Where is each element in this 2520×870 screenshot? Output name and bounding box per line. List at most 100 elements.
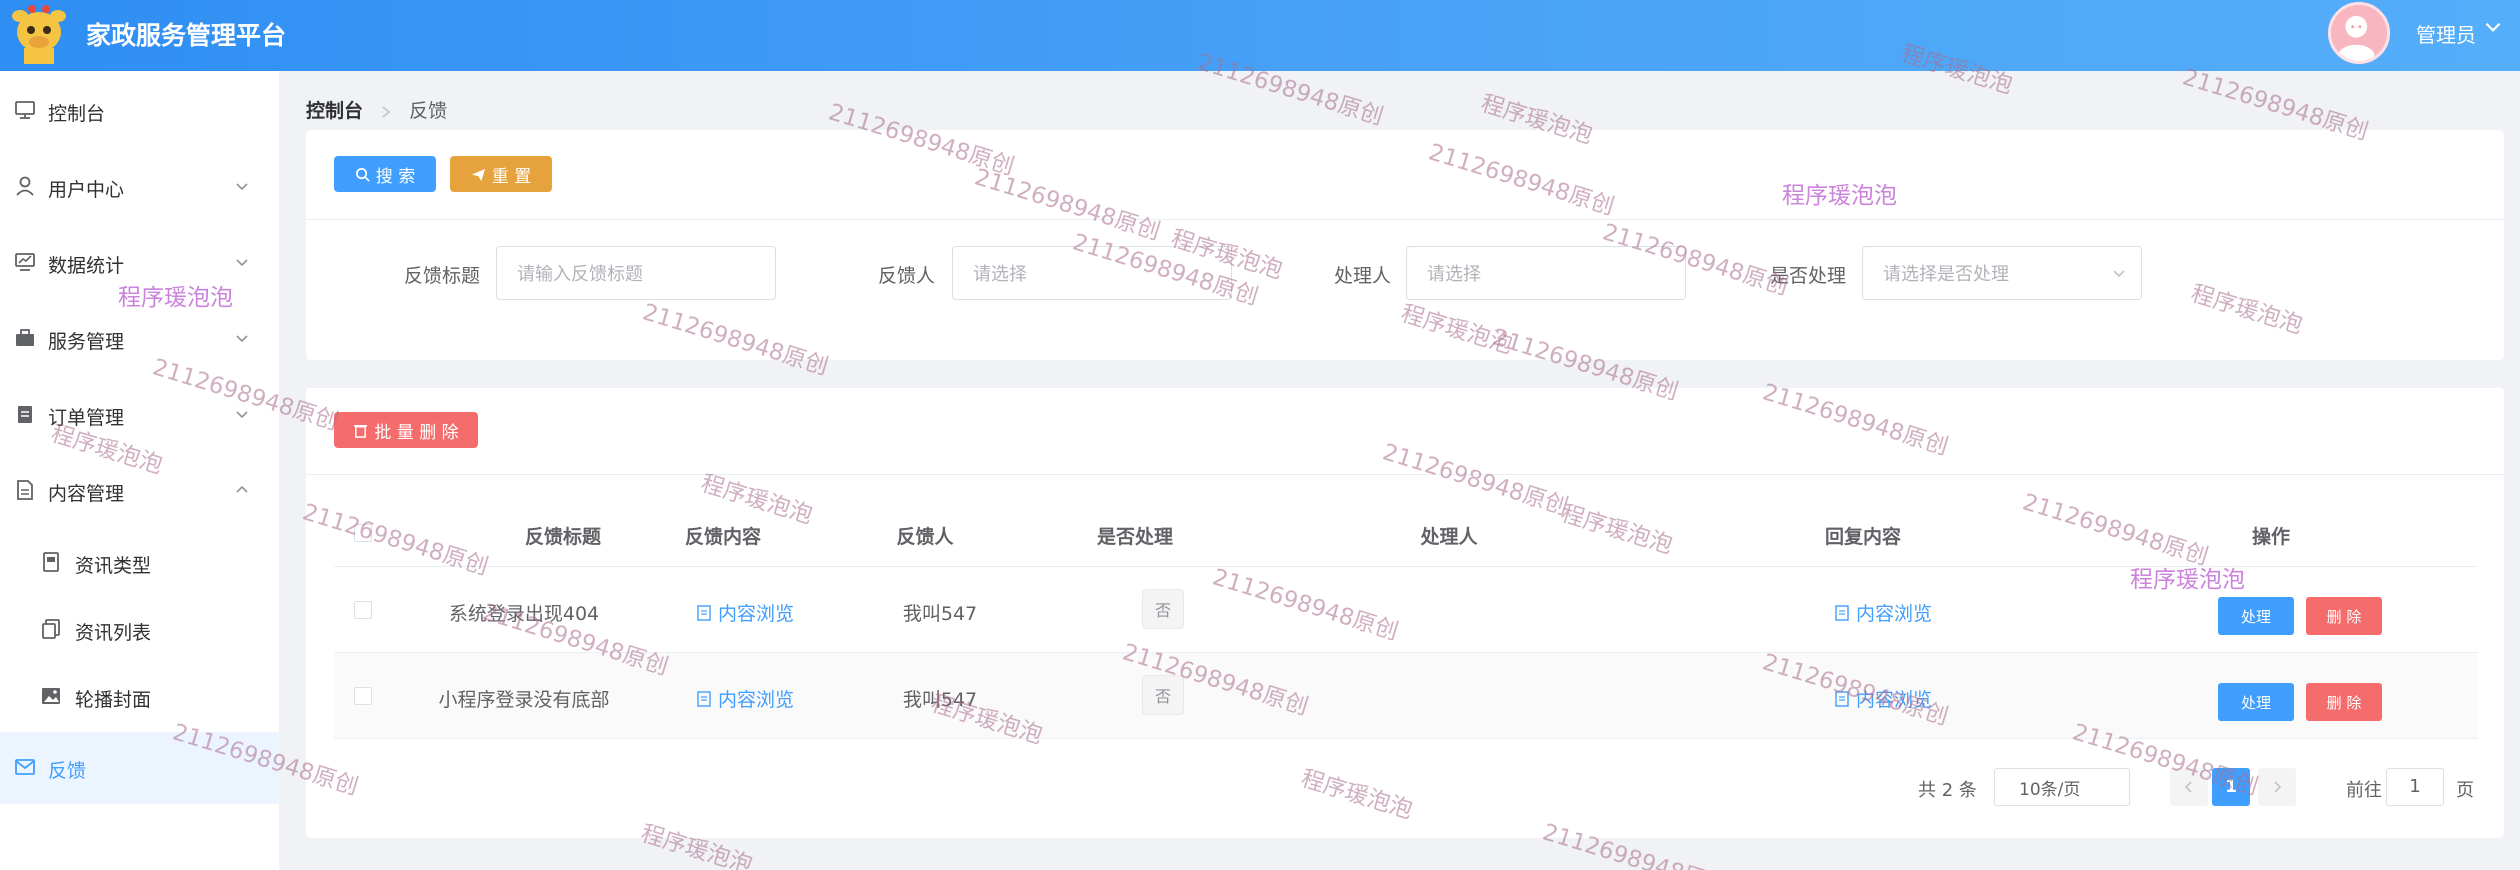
sidebar-item-news-list[interactable]: 资讯列表 xyxy=(0,594,279,666)
breadcrumb: 控制台 反馈 xyxy=(306,96,447,123)
row-checkbox[interactable] xyxy=(354,601,372,619)
search-button-label: 搜 索 xyxy=(375,166,416,187)
row-checkbox[interactable] xyxy=(354,687,372,705)
chevron-left-icon xyxy=(2184,781,2192,793)
page-size-value: 10条/页 xyxy=(2019,779,2081,800)
chevron-down-icon xyxy=(236,411,248,419)
cell-title: 系统登录出现404 xyxy=(448,603,600,625)
message-icon xyxy=(15,759,35,775)
status-badge: 否 xyxy=(1142,675,1184,715)
reply-view-label: 内容浏览 xyxy=(1856,603,1933,625)
document-icon xyxy=(697,604,711,621)
handled-status-placeholder: 请选择是否处理 xyxy=(1883,264,2009,285)
prev-page-button[interactable] xyxy=(2170,768,2208,806)
status-badge: 否 xyxy=(1142,589,1184,629)
send-icon xyxy=(471,168,485,181)
content-view-label: 内容浏览 xyxy=(718,689,795,711)
sidebar-item-label: 资讯列表 xyxy=(75,622,152,644)
breadcrumb-home[interactable]: 控制台 xyxy=(306,100,363,122)
briefcase-icon xyxy=(16,329,34,346)
feedback-title-placeholder: 请输入反馈标题 xyxy=(517,264,643,285)
divider xyxy=(306,474,2504,475)
handled-status-label: 是否处理 xyxy=(1770,265,1847,287)
document-icon xyxy=(697,690,711,707)
picture-icon xyxy=(42,688,60,704)
giraffe-logo-icon xyxy=(12,5,66,64)
handler-placeholder: 请选择 xyxy=(1427,264,1481,285)
search-button[interactable]: 搜 索 xyxy=(334,156,436,192)
chevron-down-icon xyxy=(236,259,248,267)
page-number-button[interactable]: 1 xyxy=(2212,768,2250,806)
table-row: 系统登录出现404 内容浏览 我叫547 否 内容浏览 处理 删 除 xyxy=(334,566,2478,652)
delete-button[interactable]: 删 除 xyxy=(2306,683,2382,721)
sidebar-item-label: 反馈 xyxy=(48,760,87,782)
table-row: 小程序登录没有底部 内容浏览 我叫547 否 内容浏览 处理 删 除 xyxy=(334,652,2478,738)
batch-delete-label: 批 量 删 除 xyxy=(374,422,459,443)
reply-view-label: 内容浏览 xyxy=(1856,689,1933,711)
avatar-face-icon xyxy=(2338,15,2375,61)
sidebar-item-news-type[interactable]: 资讯类型 xyxy=(0,527,279,599)
column-header-title: 反馈标题 xyxy=(524,526,601,548)
breadcrumb-current: 反馈 xyxy=(409,100,448,122)
search-icon xyxy=(355,167,370,182)
handle-button[interactable]: 处理 xyxy=(2218,597,2294,635)
avatar[interactable] xyxy=(2328,2,2390,64)
next-page-button[interactable] xyxy=(2258,768,2296,806)
type-icon xyxy=(43,552,59,572)
goto-label: 前往 xyxy=(2346,780,2382,801)
batch-delete-button[interactable]: 批 量 删 除 xyxy=(334,412,478,448)
document-icon xyxy=(1835,604,1849,621)
content-view-label: 内容浏览 xyxy=(718,603,795,625)
cell-feedback-user: 我叫547 xyxy=(902,689,978,711)
chevron-down-icon xyxy=(2113,270,2125,278)
handler-select[interactable]: 请选择 xyxy=(1406,246,1686,300)
order-icon xyxy=(18,406,32,423)
column-header-handler: 处理人 xyxy=(1420,526,1478,548)
document-icon xyxy=(1835,690,1849,707)
handle-button[interactable]: 处理 xyxy=(2218,683,2294,721)
chevron-right-icon xyxy=(2274,781,2282,793)
sidebar-item-label: 控制台 xyxy=(48,103,106,125)
sidebar-item-feedback[interactable]: 反馈 xyxy=(0,732,279,804)
divider xyxy=(334,738,2478,739)
reset-button[interactable]: 重 置 xyxy=(450,156,552,192)
chart-icon xyxy=(15,253,35,271)
user-icon xyxy=(16,176,34,196)
content-view-link[interactable]: 内容浏览 xyxy=(696,685,794,712)
column-header-reply: 回复内容 xyxy=(1824,526,1901,548)
chevron-down-icon[interactable] xyxy=(2482,16,2504,38)
sidebar: 控制台 用户中心 数据统计 服务管理 订单管理 内容管理 资讯类型 资讯列表 轮… xyxy=(0,71,279,870)
reply-view-link[interactable]: 内容浏览 xyxy=(1834,685,1932,712)
content-view-link[interactable]: 内容浏览 xyxy=(696,599,794,626)
reply-view-link[interactable]: 内容浏览 xyxy=(1834,599,1932,626)
sidebar-item-label: 资讯类型 xyxy=(75,555,152,577)
sidebar-item-carousel[interactable]: 轮播封面 xyxy=(0,661,279,733)
sidebar-item-service[interactable]: 服务管理 xyxy=(0,303,279,375)
pagination-total: 共 2 条 xyxy=(1918,780,1977,801)
goto-page-input[interactable]: 1 xyxy=(2386,768,2444,806)
page-unit-label: 页 xyxy=(2456,780,2474,801)
sidebar-item-orders[interactable]: 订单管理 xyxy=(0,379,279,451)
sidebar-item-label: 用户中心 xyxy=(48,179,125,201)
feedback-user-select[interactable]: 请选择 xyxy=(952,246,1232,300)
column-header-content: 反馈内容 xyxy=(684,526,761,548)
sidebar-item-user-center[interactable]: 用户中心 xyxy=(0,151,279,223)
chevron-down-icon xyxy=(236,335,248,343)
table-panel: 批 量 删 除 反馈标题 反馈内容 反馈人 是否处理 处理人 回复内容 操作 系… xyxy=(306,388,2504,838)
search-panel: 搜 索 重 置 反馈标题 请输入反馈标题 反馈人 请选择 处理人 请选择 是否处… xyxy=(306,130,2504,360)
select-all-checkbox[interactable] xyxy=(354,524,372,542)
dashboard-icon xyxy=(15,101,35,119)
delete-button[interactable]: 删 除 xyxy=(2306,597,2382,635)
chevron-right-icon xyxy=(382,105,391,118)
feedback-title-input[interactable]: 请输入反馈标题 xyxy=(496,246,776,300)
handled-status-select[interactable]: 请选择是否处理 xyxy=(1862,246,2142,300)
column-header-handled: 是否处理 xyxy=(1096,526,1173,548)
sidebar-item-statistics[interactable]: 数据统计 xyxy=(0,227,279,299)
document-icon xyxy=(17,480,33,500)
sidebar-item-label: 内容管理 xyxy=(48,483,125,505)
sidebar-item-content[interactable]: 内容管理 xyxy=(0,455,279,527)
page-size-select[interactable]: 10条/页 xyxy=(1994,768,2130,806)
feedback-user-placeholder: 请选择 xyxy=(973,264,1027,285)
admin-name[interactable]: 管理员 xyxy=(2416,19,2476,48)
sidebar-item-dashboard[interactable]: 控制台 xyxy=(0,75,279,147)
